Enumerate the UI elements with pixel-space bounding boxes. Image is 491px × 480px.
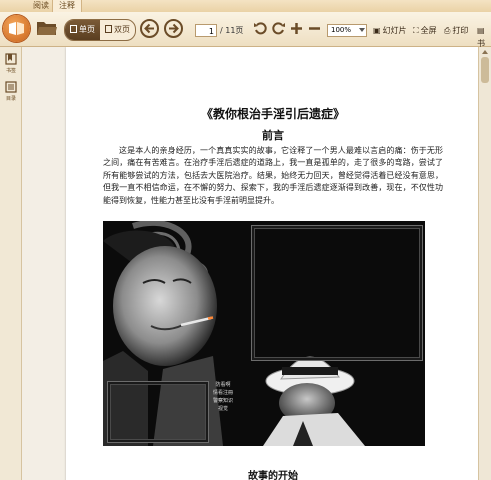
zoom-in-icon[interactable]	[289, 21, 304, 36]
document-image: 防看啊 情看注冊 警察知识 视觉	[103, 221, 425, 446]
scrollbar-thumb[interactable]	[481, 57, 489, 83]
slideshow-button[interactable]: ▣ 幻灯片	[373, 24, 407, 37]
toolbar: 单页 双页 1 / 11页 100% ▣ 幻灯片 ⛶ 全屏 ⎙ 打印 ▤书	[0, 12, 491, 48]
prev-page-button[interactable]	[140, 19, 159, 38]
open-folder-icon[interactable]	[36, 19, 58, 37]
single-page-icon	[70, 25, 77, 33]
document-title: 《教你根治手淫引后遗症》	[200, 107, 345, 121]
tab-annotate[interactable]: 注释	[52, 0, 82, 12]
zoom-out-icon[interactable]	[307, 21, 322, 36]
bookmark-icon	[5, 53, 17, 65]
document-page: 《教你根治手淫引后遗症》 前言 这是本人的亲身经历，一个真真实实的故事，它诠释了…	[66, 47, 478, 480]
app-logo[interactable]	[3, 15, 30, 42]
slideshow-icon: ▣	[373, 26, 381, 35]
rotate-left-icon[interactable]	[253, 21, 268, 36]
preface-paragraph: 这是本人的亲身经历，一个真真实实的故事，它诠释了一个男人最难以言启的痛：伤于无形…	[103, 146, 443, 205]
scroll-up-icon[interactable]	[482, 50, 488, 54]
arrow-right-icon	[169, 23, 179, 34]
print-button[interactable]: ⎙ 打印	[444, 24, 468, 37]
double-page-button[interactable]: 双页	[100, 20, 135, 40]
double-page-icon	[105, 25, 112, 33]
next-page-button[interactable]	[164, 19, 183, 38]
table-of-contents-icon	[5, 81, 17, 93]
image-caption: 防看啊 情看注冊 警察知识 视觉	[212, 382, 233, 412]
text-frame-bottom	[107, 381, 209, 443]
book-icon: ▤	[477, 26, 485, 35]
print-icon: ⎙	[444, 26, 451, 35]
chevron-down-icon	[359, 28, 365, 32]
fullscreen-icon: ⛶	[413, 26, 419, 35]
page-total: / 11页	[220, 26, 244, 35]
section-subheading: 故事的开始	[248, 471, 298, 480]
view-mode-toggle: 单页 双页	[64, 19, 136, 41]
section-heading: 前言	[262, 129, 284, 142]
vertical-scrollbar[interactable]	[478, 47, 491, 480]
sidebar: 书签 目录	[0, 47, 22, 480]
zoom-select[interactable]: 100%	[327, 24, 367, 37]
tab-read[interactable]: 阅读	[27, 0, 55, 12]
text-frame-top	[251, 225, 423, 361]
page-number-input[interactable]: 1	[195, 24, 217, 37]
single-page-button[interactable]: 单页	[65, 20, 100, 40]
sidebar-item-bookmarks[interactable]: 书签	[1, 53, 21, 74]
arrow-left-icon	[144, 23, 154, 34]
rotate-right-icon[interactable]	[271, 21, 286, 36]
reader-window: 阅读 注释 单页 双页 1 / 11页 100% ▣ 幻灯片 ⛶ 全屏 ⎙ 打印 ▤书	[0, 0, 491, 480]
sidebar-item-toc[interactable]: 目录	[1, 81, 21, 102]
fullscreen-button[interactable]: ⛶ 全屏	[413, 24, 437, 37]
document-viewport[interactable]: 《教你根治手淫引后遗症》 前言 这是本人的亲身经历，一个真真实实的故事，它诠释了…	[22, 47, 478, 480]
